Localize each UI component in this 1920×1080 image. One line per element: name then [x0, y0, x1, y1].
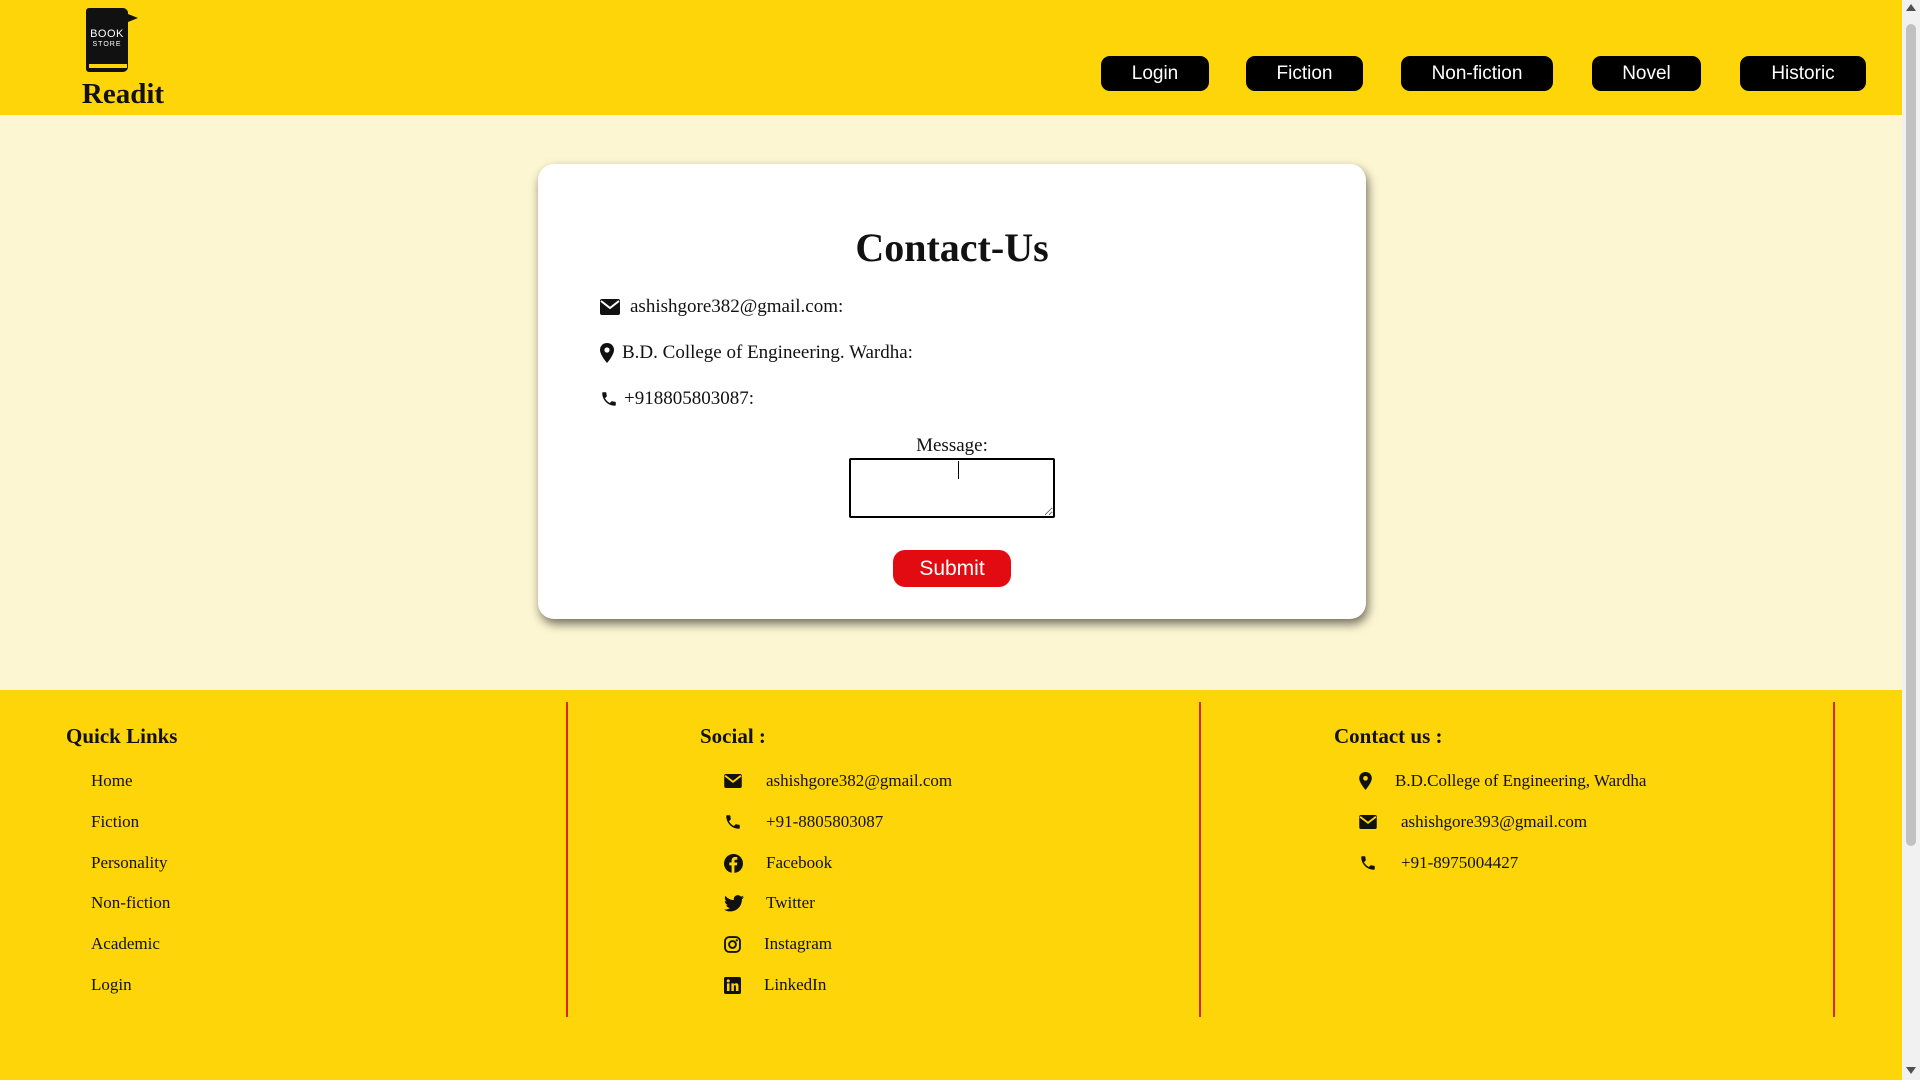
- footer-email-label: ashishgore393@gmail.com: [1401, 812, 1588, 831]
- envelope-icon: [600, 296, 622, 318]
- page: BOOK STORE Readit Login Fiction Non-fict…: [0, 0, 1902, 1080]
- envelope-icon: [1359, 812, 1381, 832]
- quick-link-personality[interactable]: Personality: [91, 853, 168, 873]
- quick-link-home[interactable]: Home: [91, 771, 133, 791]
- logo-text-book: BOOK: [90, 28, 124, 40]
- contact-email-text: ashishgore382@gmail.com:: [630, 296, 844, 317]
- contact-address-text: B.D. College of Engineering. Wardha:: [622, 342, 913, 363]
- footer-social: Social : ashishgore382@gmail.com +91-880…: [568, 690, 1200, 1080]
- footer-quick-links: Quick Links Home Fiction Personality Non…: [0, 690, 570, 1080]
- social-linkedin-label: LinkedIn: [764, 975, 827, 994]
- footer-address: B.D.College of Engineering, Wardha: [1359, 771, 1646, 791]
- vertical-scrollbar[interactable]: [1902, 0, 1920, 1080]
- envelope-icon: [724, 771, 746, 791]
- instagram-icon: [724, 934, 746, 954]
- quick-link-fiction[interactable]: Fiction: [91, 812, 139, 832]
- scroll-down-arrow-icon[interactable]: [1906, 1067, 1916, 1074]
- contact-phone-text: +918805803087:: [624, 388, 754, 409]
- quick-links-title: Quick Links: [66, 724, 178, 748]
- quick-link-login[interactable]: Login: [91, 975, 132, 995]
- footer-email-link[interactable]: ashishgore393@gmail.com: [1359, 812, 1587, 832]
- social-twitter-link[interactable]: Twitter: [724, 893, 815, 913]
- contact-card: Contact-Us ashishgore382@gmail.com: B.D.…: [538, 164, 1366, 619]
- message-label: Message:: [916, 435, 988, 456]
- page-title: Contact-Us: [855, 225, 1049, 270]
- footer-address-label: B.D.College of Engineering, Wardha: [1395, 771, 1647, 790]
- location-icon: [600, 342, 614, 364]
- social-twitter-label: Twitter: [766, 893, 815, 912]
- social-linkedin-link[interactable]: LinkedIn: [724, 975, 826, 995]
- scrollbar-thumb[interactable]: [1906, 24, 1916, 846]
- site-header: BOOK STORE Readit Login Fiction Non-fict…: [0, 0, 1902, 115]
- nav-historic-button[interactable]: Historic: [1740, 56, 1866, 91]
- logo-text-store: STORE: [92, 41, 122, 48]
- social-facebook-label: Facebook: [766, 853, 833, 872]
- text-caret: [958, 461, 959, 479]
- phone-icon: [600, 388, 618, 410]
- phone-icon: [1359, 853, 1381, 873]
- nav-login-button[interactable]: Login: [1101, 56, 1209, 91]
- footer-divider: [1833, 702, 1835, 1017]
- social-email-link[interactable]: ashishgore382@gmail.com: [724, 771, 952, 791]
- footer-phone-link[interactable]: +91-8975004427: [1359, 853, 1518, 873]
- quick-link-non-fiction[interactable]: Non-fiction: [91, 893, 170, 913]
- nav-non-fiction-button[interactable]: Non-fiction: [1401, 56, 1553, 91]
- message-textarea[interactable]: [849, 458, 1055, 518]
- social-title: Social :: [700, 724, 766, 748]
- social-facebook-link[interactable]: Facebook: [724, 853, 832, 873]
- location-icon: [1359, 771, 1373, 791]
- phone-icon: [724, 812, 746, 832]
- nav-fiction-button[interactable]: Fiction: [1246, 56, 1363, 91]
- quick-link-academic[interactable]: Academic: [91, 934, 160, 954]
- contact-phone-row: +918805803087:: [600, 388, 754, 410]
- social-instagram-label: Instagram: [764, 934, 832, 953]
- twitter-icon: [724, 893, 746, 913]
- social-phone-label: +91-8805803087: [766, 812, 884, 831]
- facebook-icon: [724, 853, 746, 873]
- footer-contact: Contact us : B.D.College of Engineering,…: [1201, 690, 1833, 1080]
- footer-phone-label: +91-8975004427: [1401, 853, 1519, 872]
- social-phone-link[interactable]: +91-8805803087: [724, 812, 883, 832]
- main-nav: Login Fiction Non-fiction Novel Historic: [0, 56, 1902, 91]
- contact-us-title: Contact us :: [1334, 724, 1443, 748]
- scroll-up-arrow-icon[interactable]: [1906, 4, 1916, 11]
- contact-email-row: ashishgore382@gmail.com:: [600, 296, 843, 318]
- nav-novel-button[interactable]: Novel: [1592, 56, 1701, 91]
- contact-address-row: B.D. College of Engineering. Wardha:: [600, 342, 913, 364]
- linkedin-icon: [724, 975, 746, 995]
- social-instagram-link[interactable]: Instagram: [724, 934, 832, 954]
- social-email-label: ashishgore382@gmail.com: [766, 771, 953, 790]
- submit-button[interactable]: Submit: [893, 550, 1011, 587]
- site-footer: Quick Links Home Fiction Personality Non…: [0, 690, 1902, 1080]
